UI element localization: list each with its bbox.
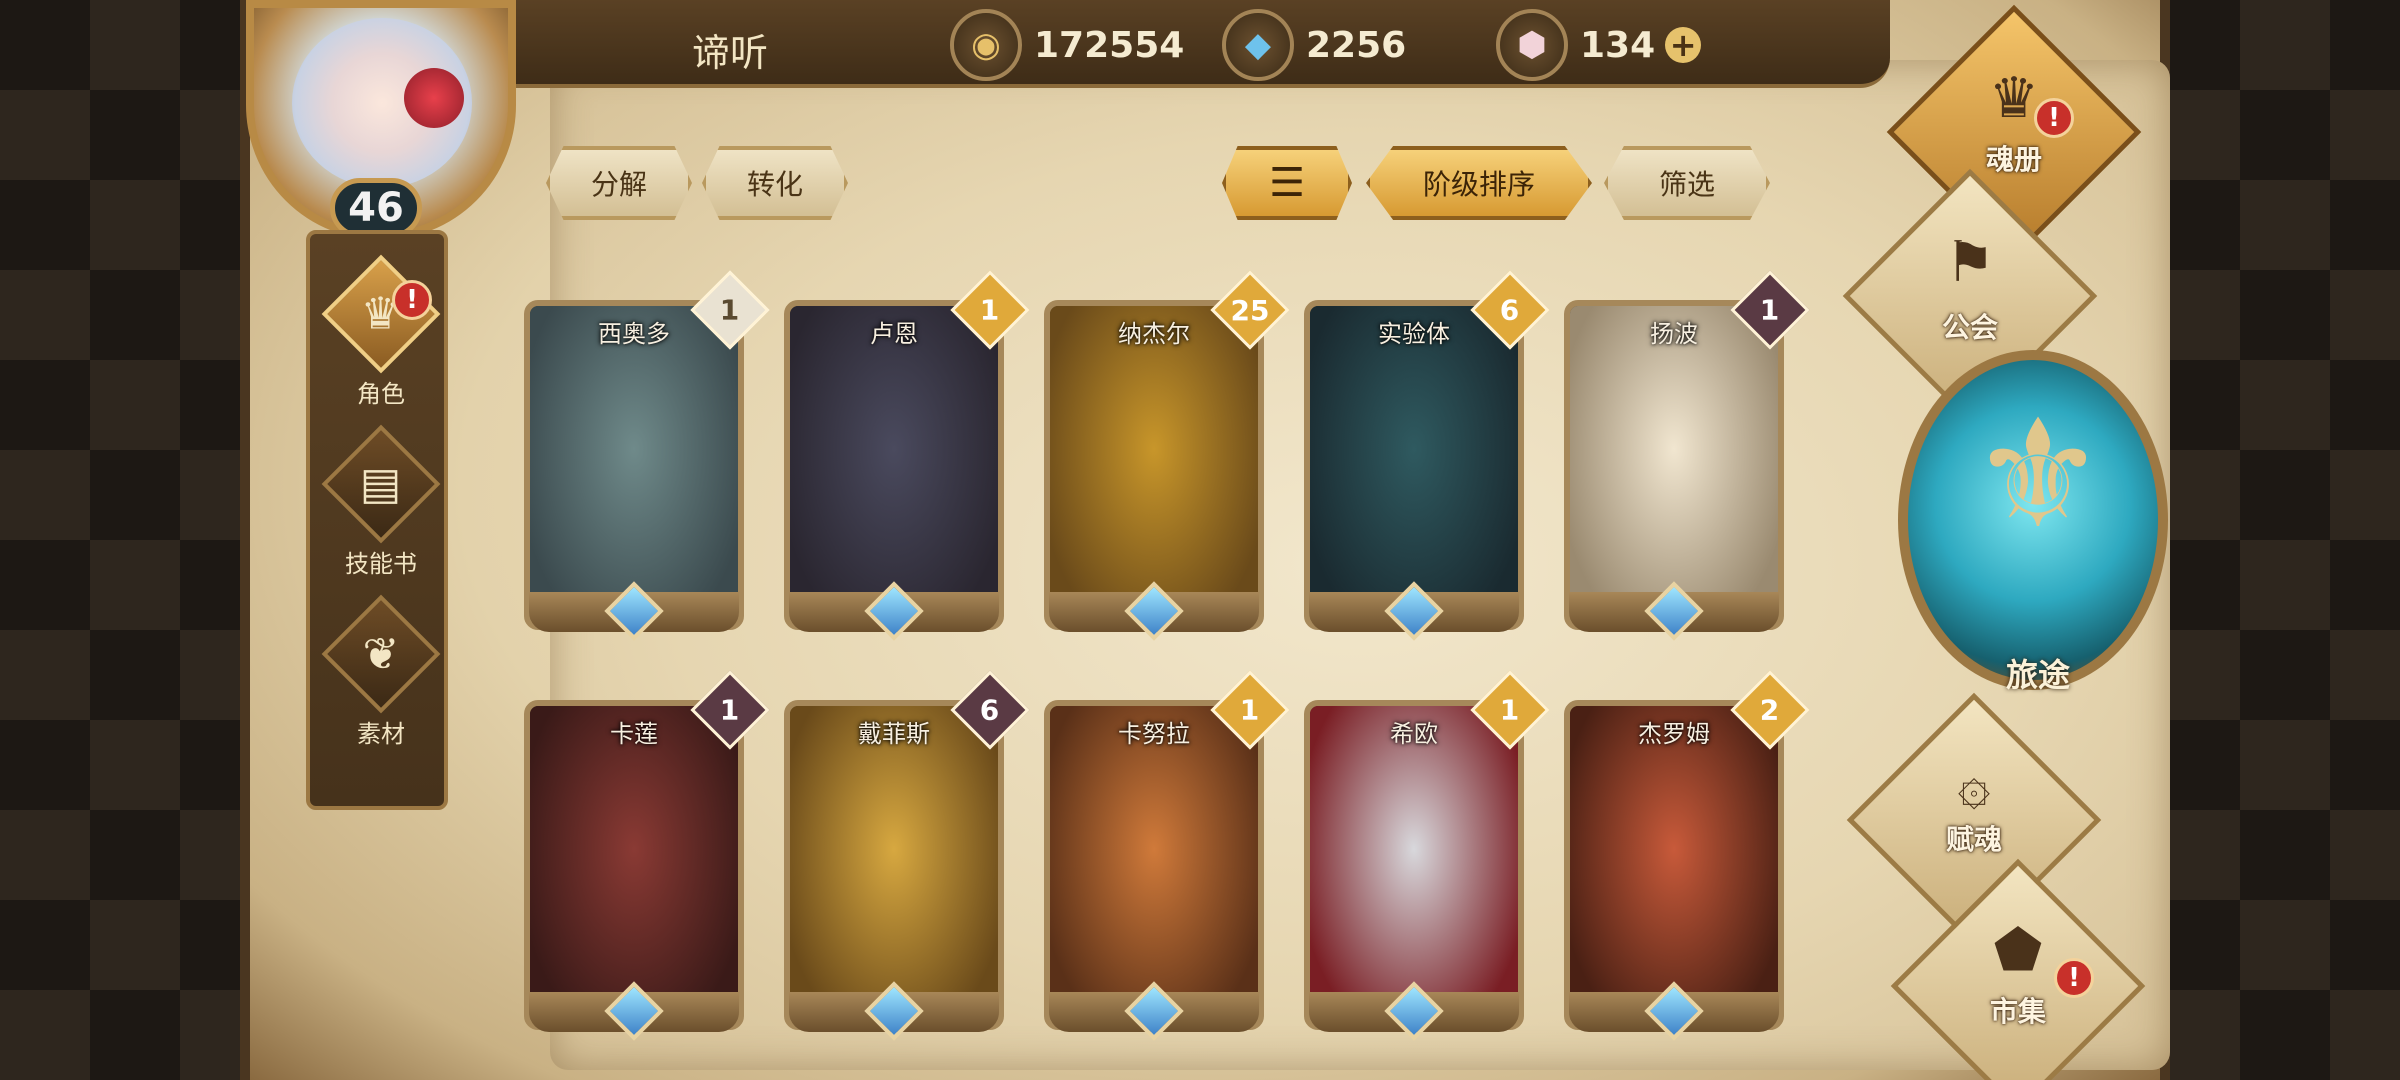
gem-value: 134 (1580, 24, 1656, 66)
guild-label: 公会 (1941, 311, 1998, 344)
right-pattern-background (2150, 0, 2400, 1080)
nav-item-character[interactable]: ♛ 角色 (310, 254, 452, 414)
nav-label: 角色 (357, 380, 405, 408)
nav-item-material[interactable]: ❦ 素材 (310, 594, 452, 754)
skill-book-icon: ▤ (360, 458, 402, 510)
hero-portrait (530, 306, 738, 624)
crystal-currency: ◆ 2256 (1222, 9, 1407, 81)
hero-portrait (1050, 306, 1258, 624)
hero-shard-count: 6 (1500, 293, 1520, 327)
player-level-badge: 46 (330, 178, 422, 238)
nav-item-skill-book[interactable]: ▤ 技能书 (310, 424, 452, 584)
decompose-button[interactable]: 分解 (546, 146, 692, 220)
add-gem-button[interactable]: + (1665, 27, 1702, 63)
gold-coin-icon: ◉ (950, 9, 1022, 81)
prism-gem-icon: ⬢ (1496, 9, 1568, 81)
market-gem-icon: ⬟ (1993, 918, 2043, 983)
market-label: 市集 (1989, 995, 2046, 1028)
hero-shard-count: 1 (1500, 693, 1520, 727)
player-name: 谛听 (691, 31, 768, 75)
soul-flame-icon: ۞ (1957, 752, 1991, 817)
hero-portrait (790, 706, 998, 1024)
sort-lines-icon: ☰ (1269, 160, 1305, 206)
nav-label: 素材 (357, 720, 405, 748)
nav-diamond: ❦ (321, 594, 441, 714)
hero-portrait (1310, 706, 1518, 1024)
material-icon: ❦ (362, 628, 400, 680)
filter-button[interactable]: 筛选 (1604, 146, 1770, 220)
soul-grant-label: 赋魂 (1945, 823, 2002, 856)
nav-diamond: ▤ (321, 424, 441, 544)
journey-label: 旅途 (2005, 656, 2070, 694)
market-alert-icon: ! (2054, 958, 2094, 998)
left-pattern-background (0, 0, 250, 1080)
hero-shard-count: 1 (720, 293, 740, 327)
convert-button[interactable]: 转化 (702, 146, 848, 220)
hero-portrait (530, 706, 738, 1024)
soul-book-alert-icon: ! (2034, 98, 2074, 138)
guild-banner-icon: ⚑ (1944, 230, 1996, 295)
hero-shard-count: 1 (1760, 293, 1780, 327)
hero-shard-count: 2 (1760, 693, 1780, 727)
sort-toggle-button[interactable]: ☰ (1222, 146, 1352, 220)
hero-shard-count: 1 (980, 293, 1000, 327)
avatar-flower-ornament (404, 68, 464, 128)
blue-crystal-icon: ◆ (1222, 9, 1294, 81)
crystal-value: 2256 (1306, 24, 1407, 66)
gold-value: 172554 (1034, 24, 1185, 66)
hero-portrait (1310, 306, 1518, 624)
gem-currency: ⬢ 134 + (1496, 9, 1702, 81)
character-alert-icon: ! (392, 280, 432, 320)
hero-shard-count: 25 (1230, 293, 1270, 327)
hero-portrait (1570, 706, 1778, 1024)
hero-shard-count: 1 (720, 693, 740, 727)
trident-icon: ⚜ (1970, 388, 2106, 562)
hero-shard-count: 6 (980, 693, 1000, 727)
hero-portrait (1050, 706, 1258, 1024)
nav-label: 技能书 (345, 550, 417, 578)
gold-currency: ◉ 172554 (950, 9, 1185, 81)
hero-shard-count: 1 (1240, 693, 1260, 727)
left-nav-panel: ♛ 角色 ▤ 技能书 ❦ 素材 (306, 230, 448, 810)
journey-button[interactable]: ⚜ 旅途 (1898, 350, 2168, 694)
sort-by-rank-button[interactable]: 阶级排序 (1366, 146, 1592, 220)
hero-portrait (790, 306, 998, 624)
hero-portrait (1570, 306, 1778, 624)
